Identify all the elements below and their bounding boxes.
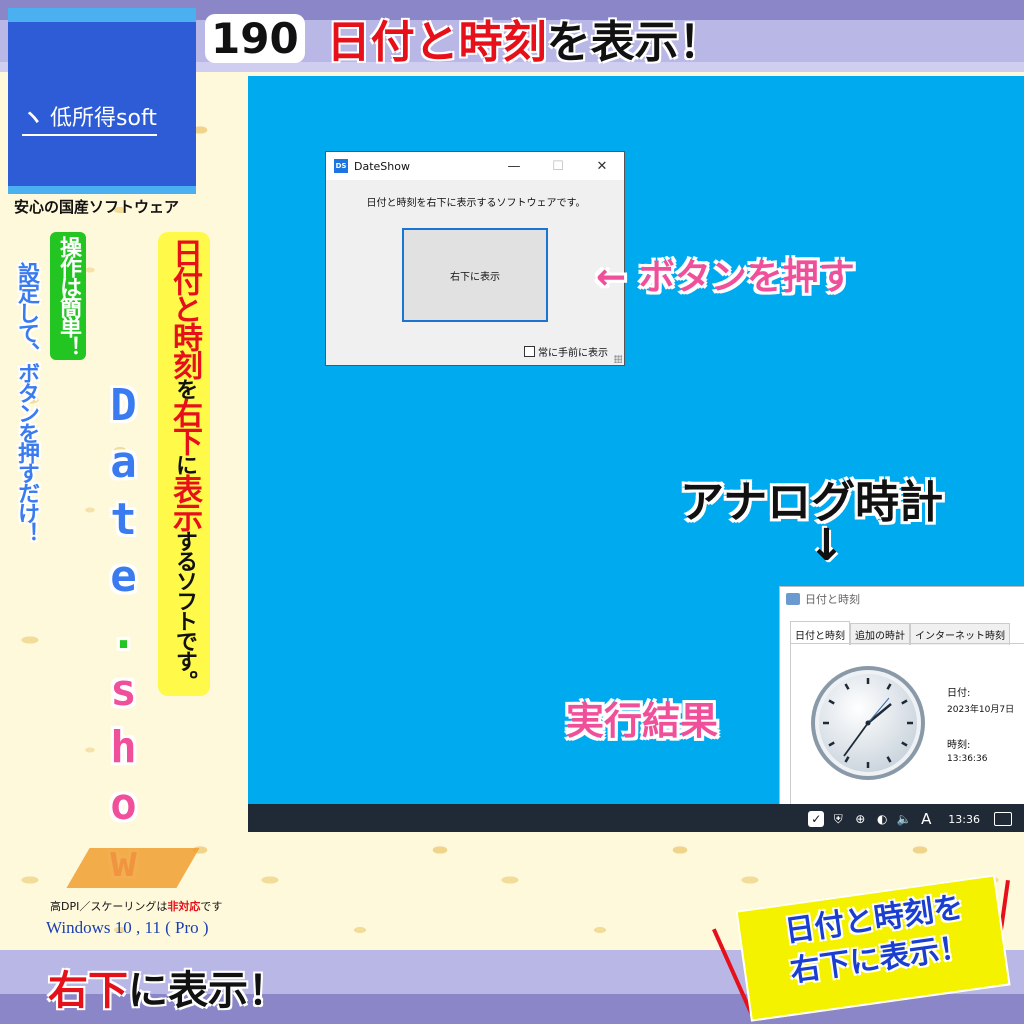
globe-icon[interactable]: ⊕ [852,811,868,827]
compat-suffix: です [200,900,223,913]
volume-icon[interactable]: 🔈 [896,811,912,827]
dialog-titlebar[interactable]: 日付と時刻 [780,587,1024,611]
network-icon[interactable]: ◐ [874,811,890,827]
bottom-title: 右下 に表示！ [48,958,288,1016]
desc-part6: するソフトです。 [172,530,197,690]
dialog-title: 日付と時刻 [805,593,860,606]
notification-icon[interactable] [994,812,1012,826]
push-button-annotation: ← ボタンを押す [596,257,855,298]
time-label: 時刻: [947,740,971,751]
calendar-icon [786,593,800,605]
time-value: 13:36:36 [947,754,988,764]
page-title: 190 日付と時刻 を表示！ [205,8,723,68]
show-bottom-right-button[interactable]: 右下に表示 [402,228,548,322]
date-value: 2023年10月7日 [947,705,1015,715]
bottom-title-highlight: 右下 [48,968,128,1014]
dialog-tabs: 日付と時刻 追加の時計 インターネット時刻 [790,621,1010,645]
app-name-dot: . [98,608,149,665]
app-tray-icon[interactable]: ✓ [808,811,825,827]
tab-date-time[interactable]: 日付と時刻 [790,621,850,645]
tab-internet-time[interactable]: インターネット時刻 [910,623,1010,645]
desc-part1: 日付と時刻 [167,238,202,378]
brand-logo: ヽ 低所得soft [8,8,196,194]
ime-indicator[interactable]: A [918,810,934,828]
checkbox-label: 常に手前に表示 [538,348,608,359]
system-tray: ✓ ⛨ ⊕ ◐ 🔈 A 13:36 [808,808,1012,830]
minimize-button[interactable]: — [492,152,536,180]
desc-part3: 右下 [167,398,202,454]
desc-part5: 表示 [167,474,202,530]
logo-text: ヽ 低所得soft [22,100,157,136]
down-arrow-annotation: ↓ [808,520,845,571]
resize-grip[interactable] [614,355,622,363]
dateshow-window: DS DateShow — ☐ ✕ 日付と時刻を右下に表示するソフトウェアです。… [325,151,625,366]
date-time-dialog: 日付と時刻 日付と時刻 追加の時計 インターネット時刻 日付: 2023年10月… [779,586,1024,805]
dialog-body: 日付: 2023年10月7日 時刻: 13:36:36 [790,643,1024,805]
title-suffix: を表示！ [546,17,723,68]
window-titlebar[interactable]: DS DateShow — ☐ ✕ [326,152,624,180]
compat-note: 高DPI／スケーリングは非対応です [50,898,222,914]
desc-part2: を [172,378,197,398]
logo-tagline: 安心の国産ソフトウェア [14,198,180,216]
close-button[interactable]: ✕ [580,152,624,180]
taskbar: ✓ ⛨ ⊕ ◐ 🔈 A 13:36 [248,804,1024,832]
window-message: 日付と時刻を右下に表示するソフトウェアです。 [366,198,586,209]
compat-highlight: 非対応 [167,900,201,913]
bottom-title-suffix: に表示！ [128,968,288,1014]
decorative-shape [66,848,200,888]
always-on-top-checkbox[interactable]: 常に手前に表示 [524,344,608,359]
app-name-part1: Date [98,380,149,608]
title-highlight: 日付と時刻 [326,17,547,68]
app-name-vertical: Date.show [98,380,149,893]
os-support: Windows 10 , 11 ( Pro ) [46,918,209,937]
checkbox-box[interactable] [524,346,535,357]
app-icon: DS [334,159,348,173]
window-controls: — ☐ ✕ [492,152,624,180]
easy-caption: 操作は簡単！ [50,232,86,360]
description-vertical: 日付と時刻を右下に表示するソフトです。 [158,232,210,696]
title-number: 190 [205,13,305,63]
analog-clock [811,666,925,780]
window-title: DateShow [354,159,410,173]
taskbar-clock[interactable]: 13:36 [948,813,980,826]
tab-additional-clocks[interactable]: 追加の時計 [850,623,910,645]
setting-caption: 設定して、ボタンを押すだけ！ [14,262,39,542]
shield-icon[interactable]: ⛨ [830,811,846,827]
date-label: 日付: [947,688,971,699]
compat-prefix: 高DPI／スケーリングは [50,900,168,913]
result-annotation: 実行結果 [566,699,719,743]
maximize-button[interactable]: ☐ [536,152,580,180]
desc-part4: に [172,454,197,474]
logo-mark: ヽ [22,106,45,131]
logo-name: 低所得soft [50,106,157,131]
